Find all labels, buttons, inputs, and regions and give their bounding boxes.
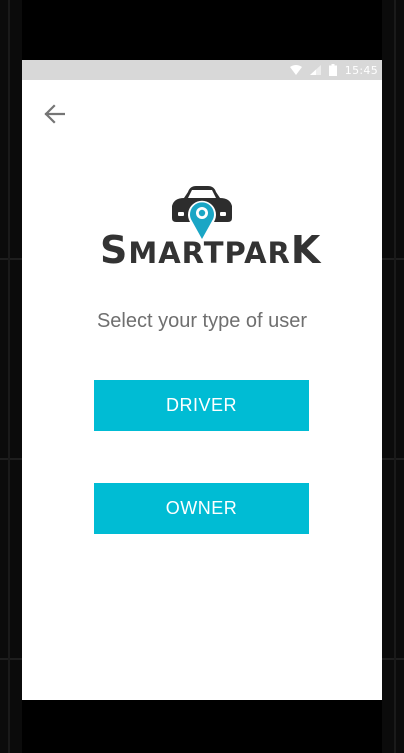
- app-logo: SMARTPARK: [100, 184, 320, 272]
- driver-button[interactable]: DRIVER: [94, 380, 309, 431]
- logo-text-middle: MARTPAR: [128, 236, 291, 270]
- app-screen: SMARTPARK Select your type of user DRIVE…: [22, 80, 382, 700]
- background-divider: [394, 0, 396, 753]
- status-time: 15:45: [344, 63, 378, 77]
- user-type-prompt: Select your type of user: [96, 310, 308, 332]
- logo-text-last-letter: K: [290, 228, 322, 272]
- wifi-icon: [289, 65, 302, 75]
- logo-text: SMARTPARK: [100, 228, 320, 272]
- logo-text-first-letter: S: [100, 228, 129, 272]
- signal-icon: [309, 65, 321, 75]
- status-icons: 15:45: [289, 60, 378, 80]
- arrow-left-icon: [43, 103, 66, 129]
- background-divider: [8, 0, 10, 753]
- back-button[interactable]: [36, 100, 72, 132]
- status-bar: 15:45: [22, 60, 382, 80]
- owner-button[interactable]: OWNER: [94, 483, 309, 534]
- battery-icon: [328, 64, 337, 76]
